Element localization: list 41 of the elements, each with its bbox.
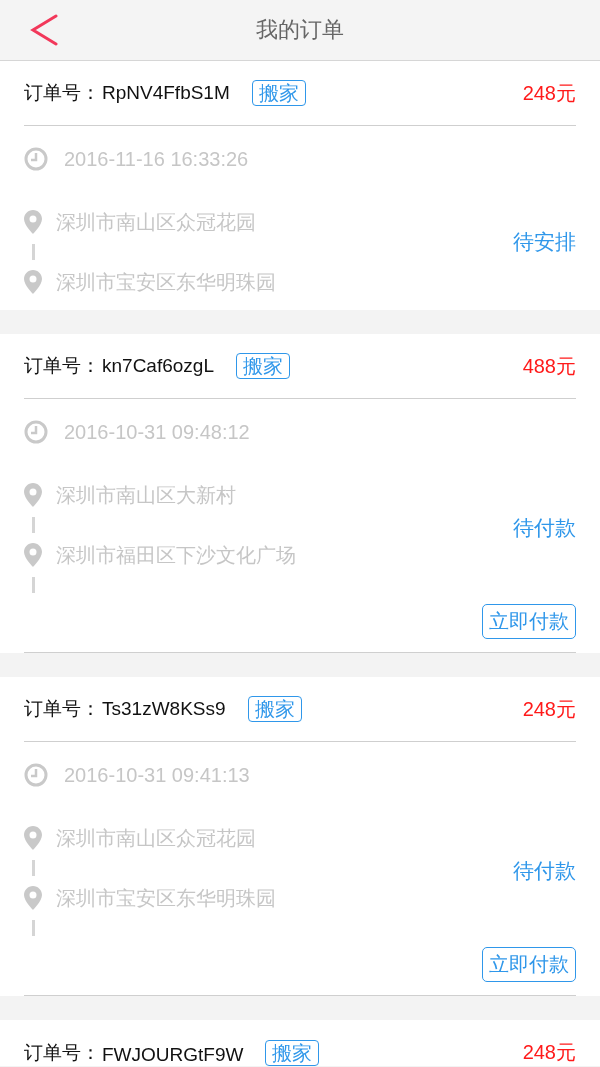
order-price: 248元: [522, 1040, 576, 1065]
order-number-label: 订单号：: [24, 697, 100, 721]
location-pin-icon: [24, 543, 42, 567]
category-tag: 搬家: [265, 1040, 320, 1066]
category-tag: 搬家: [247, 696, 302, 722]
order-number: kn7Caf6ozgL: [102, 355, 214, 377]
order-number: FWJOURGtF9W: [102, 1044, 244, 1066]
pickup-address: 深圳市南山区众冠花园: [56, 209, 256, 235]
pickup-address: 深圳市南山区大新村: [56, 482, 236, 508]
category-tag: 搬家: [251, 80, 306, 106]
order-number-label: 订单号：: [24, 1041, 100, 1065]
back-icon: [30, 14, 59, 46]
order-number-label: 订单号：: [24, 354, 100, 378]
pay-now-button[interactable]: 立即付款: [482, 947, 576, 982]
order-number-label: 订单号：: [24, 81, 100, 105]
order-number: RpNV4FfbS1M: [102, 82, 230, 104]
order-time: 2016-10-31 09:41:13: [64, 763, 250, 787]
order-price: 488元: [522, 353, 576, 379]
location-pin-icon: [24, 483, 42, 507]
order-number: Ts31zW8KSs9: [102, 698, 226, 720]
location-pin-icon: [24, 270, 42, 294]
destination-address: 深圳市福田区下沙文化广场: [56, 542, 296, 568]
order-status: 待付款: [513, 858, 576, 884]
destination-address: 深圳市宝安区东华明珠园: [56, 269, 276, 295]
category-tag: 搬家: [235, 353, 290, 379]
order-status: 待付款: [513, 515, 576, 541]
clock-icon: [24, 420, 48, 444]
location-pin-icon: [24, 210, 42, 234]
order-price: 248元: [522, 80, 576, 106]
destination-address: 深圳市宝安区东华明珠园: [56, 885, 276, 911]
pickup-address: 深圳市南山区众冠花园: [56, 825, 256, 851]
order-status: 待安排: [513, 229, 576, 255]
page-title: 我的订单: [255, 16, 345, 44]
pay-now-button[interactable]: 立即付款: [482, 604, 576, 639]
location-pin-icon: [24, 886, 42, 910]
location-pin-icon: [24, 826, 42, 850]
clock-icon: [24, 763, 48, 787]
order-time: 2016-10-31 09:48:12: [64, 420, 250, 444]
order-price: 248元: [522, 696, 576, 722]
clock-icon: [24, 147, 48, 171]
order-time: 2016-11-16 16:33:26: [64, 147, 249, 171]
